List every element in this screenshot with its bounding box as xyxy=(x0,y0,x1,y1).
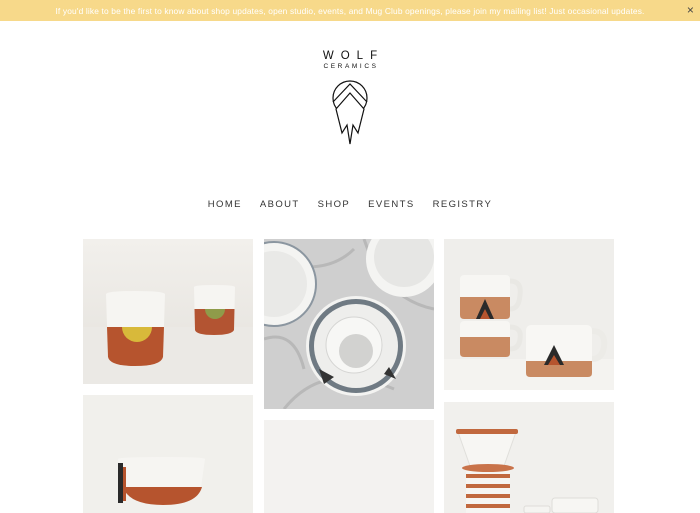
logo-subtitle: CERAMICS xyxy=(323,63,379,70)
nav-about[interactable]: ABOUT xyxy=(260,199,300,210)
nav-home[interactable]: HOME xyxy=(208,199,242,210)
mugs-photo xyxy=(444,239,614,390)
nav-registry[interactable]: REGISTRY xyxy=(433,199,493,210)
logo-title: WOLF xyxy=(322,50,385,62)
gallery-item-pour-over[interactable] xyxy=(444,402,614,513)
gallery-item-mugs[interactable] xyxy=(444,239,614,390)
announcement-text: If you'd like to be the first to know ab… xyxy=(55,5,645,16)
cups-photo xyxy=(83,239,253,384)
announcement-bar[interactable]: If you'd like to be the first to know ab… xyxy=(0,0,700,21)
gallery-item-plates[interactable] xyxy=(264,239,434,409)
wolf-mountain-logo-icon xyxy=(332,80,368,145)
nav-shop[interactable]: SHOP xyxy=(318,199,351,210)
gallery-item-bowl[interactable] xyxy=(83,395,253,513)
close-icon[interactable]: × xyxy=(687,3,694,17)
gallery-item-blank[interactable] xyxy=(264,420,434,513)
nav-events[interactable]: EVENTS xyxy=(368,199,414,210)
site-logo[interactable]: WOLF CERAMICS xyxy=(300,50,400,145)
plates-photo xyxy=(264,239,434,409)
bowl-photo xyxy=(83,395,253,513)
main-nav: HOME ABOUT SHOP EVENTS REGISTRY xyxy=(0,199,700,210)
pour-over-photo xyxy=(444,402,614,513)
gallery-item-cups[interactable] xyxy=(83,239,253,384)
